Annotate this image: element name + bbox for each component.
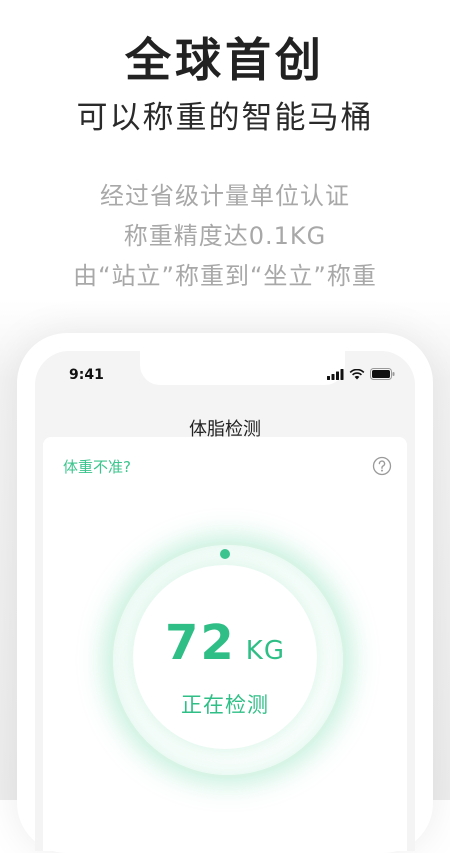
help-icon[interactable]: [372, 456, 392, 476]
weight-inaccurate-link[interactable]: 体重不准?: [63, 456, 131, 477]
promo-title: 全球首创: [125, 33, 325, 87]
status-time: 9:41: [69, 367, 104, 383]
weight-gauge: 72 KG 正在检测: [85, 517, 365, 797]
wifi-icon: [349, 368, 365, 379]
weight-card: 体重不准? 72 KG 正在检测: [43, 437, 407, 851]
gauge-progress-dot: [220, 549, 230, 559]
signal-icon: [327, 368, 344, 380]
status-bar: 9:41: [35, 351, 415, 395]
weight-value: 72: [165, 615, 236, 671]
weight-unit: KG: [245, 636, 285, 666]
promo-desc-line: 经过省级计量单位认证: [100, 182, 350, 210]
status-icons: [327, 368, 395, 380]
promo-desc-line: 由“站立”称重到“坐立”称重: [73, 262, 377, 290]
weight-readout: 72 KG: [85, 615, 365, 671]
phone-frame: 9:41 体脂检测 体重不准? 72 KG 正在检测: [17, 333, 433, 853]
phone-screen: 9:41 体脂检测 体重不准? 72 KG 正在检测: [35, 351, 415, 851]
promo-desc-line: 称重精度达0.1KG: [123, 222, 327, 250]
battery-icon: [370, 368, 395, 380]
detection-status: 正在检测: [181, 693, 269, 717]
promo-subtitle: 可以称重的智能马桶: [76, 100, 374, 136]
